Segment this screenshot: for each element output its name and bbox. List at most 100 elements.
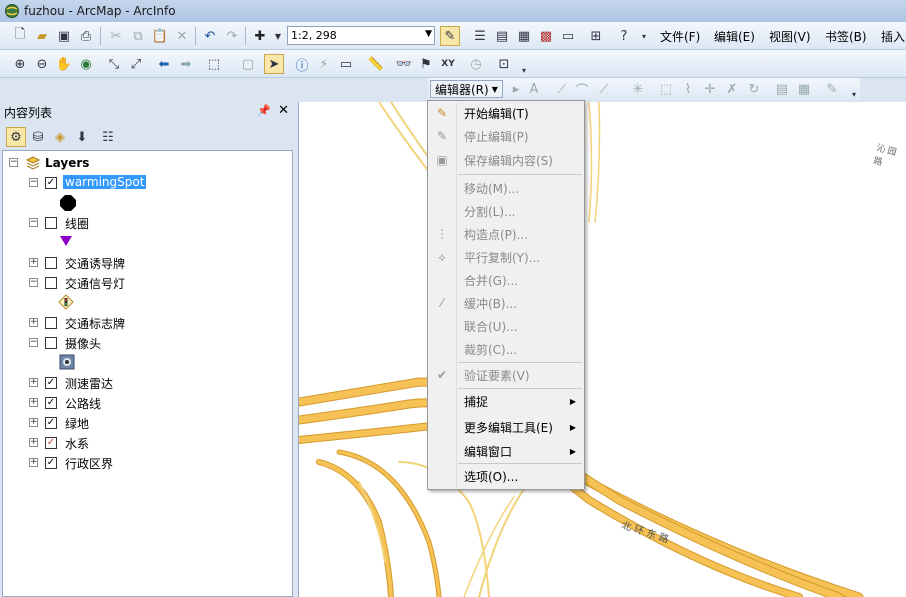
menu-bookmarks[interactable]: 书签(B) [825,28,867,45]
arctoolbox-icon[interactable]: ▩ [536,26,556,46]
cut-icon[interactable]: ✂ [106,26,126,46]
editor-toolbar-toggle-icon[interactable]: ✎ [440,26,460,46]
split-icon[interactable]: ✗ [722,79,742,99]
layer-visibility-checkbox[interactable] [45,217,57,229]
go-back-icon[interactable]: ⬅ [154,54,174,74]
layer-visibility-checkbox[interactable] [45,337,57,349]
menu-edit[interactable]: 编辑(E) [714,28,755,45]
fixed-zoom-in-icon[interactable]: ⤡ [104,54,124,74]
toolbar-options-icon[interactable]: ▾ [634,26,654,46]
edit-vertices-icon[interactable]: ⬚ [656,79,676,99]
layer-row-speed-radar[interactable]: + ✓ 测速雷达 [3,373,292,393]
edit-annotation-icon[interactable]: A [524,79,544,99]
open-folder-icon[interactable]: ▰ [32,26,52,46]
menu-item-start-editing[interactable]: ✎ 开始编辑(T) [428,102,584,124]
point-icon[interactable]: ✳ [628,79,648,99]
hyperlink-icon[interactable]: ⚡ [314,54,334,74]
close-icon[interactable]: ✕ [278,103,289,118]
layer-visibility-checkbox[interactable]: ✓ [45,397,57,409]
menu-file[interactable]: 文件(F) [660,28,700,45]
menu-item-merge[interactable]: 合并(G)... [428,269,584,291]
go-to-xy-icon[interactable]: XY [438,54,458,74]
expand-icon[interactable]: + [29,318,38,327]
python-window-icon[interactable]: ▭ [558,26,578,46]
expand-icon[interactable]: + [29,258,38,267]
layer-row-coil[interactable]: − 线圈 [3,213,292,233]
pan-icon[interactable]: ✋ [54,54,74,74]
zoom-in-icon[interactable]: ⊕ [10,54,30,74]
trace-icon[interactable]: ⟋ [594,79,614,99]
paste-icon[interactable]: 📋 [150,26,170,46]
rotate-icon[interactable]: ↻ [744,79,764,99]
clear-selection-icon[interactable]: ▢ [238,54,258,74]
model-builder-icon[interactable]: ⊞ [586,26,606,46]
collapse-icon[interactable]: − [29,278,38,287]
find-route-icon[interactable]: ⚑ [416,54,436,74]
whats-this-help-icon[interactable]: ? [614,26,634,46]
add-data-icon[interactable]: ✚ [250,26,270,46]
expand-icon[interactable]: + [29,378,38,387]
identify-icon[interactable]: ⓘ [292,54,312,74]
layer-visibility-checkbox[interactable]: ✓ [45,177,57,189]
edit-tool-icon[interactable]: ▸ [506,79,526,99]
menu-item-copy-parallel[interactable]: ⟡ 平行复制(Y)... [428,246,584,268]
menu-item-editing-windows[interactable]: 编辑窗口 ▶ [428,440,584,462]
find-icon[interactable]: 👓 [394,54,414,74]
delete-icon[interactable]: ✕ [172,26,192,46]
menu-item-move[interactable]: 移动(M)... [428,177,584,199]
layer-row-water[interactable]: + ✓ 水系 [3,433,292,453]
add-data-dropdown-icon[interactable]: ▼ [268,26,288,46]
scale-dropdown-icon[interactable]: ▼ [425,29,432,39]
map-display[interactable]: 北环东路 沁园路 [298,102,906,597]
layer-visibility-checkbox[interactable] [45,277,57,289]
create-features-icon[interactable]: ✎ [822,79,842,99]
layer-row-traffic-sign[interactable]: + 交通标志牌 [3,313,292,333]
menu-item-buffer[interactable]: ⁄ 缓冲(B)... [428,292,584,314]
select-features-icon[interactable]: ⬚ [204,54,224,74]
print-icon[interactable]: ⎙ [76,26,96,46]
expand-icon[interactable]: + [29,398,38,407]
menu-item-clip[interactable]: 裁剪(C)... [428,338,584,360]
search-window-icon[interactable]: ▦ [514,26,534,46]
menu-item-split[interactable]: 分割(L)... [428,200,584,222]
redo-icon[interactable]: ↷ [222,26,242,46]
time-slider-icon[interactable]: ◷ [466,54,486,74]
save-icon[interactable]: ▣ [54,26,74,46]
full-extent-icon[interactable]: ◉ [76,54,96,74]
pin-icon[interactable]: 📌 [257,104,271,117]
layer-visibility-checkbox[interactable]: ✓ [45,377,57,389]
expand-icon[interactable]: + [29,438,38,447]
measure-icon[interactable]: 📏 [366,54,386,74]
layer-row-camera[interactable]: − 摄像头 [3,333,292,353]
cut-polygons-icon[interactable]: ✛ [700,79,720,99]
sketch-properties-icon[interactable]: ▦ [794,79,814,99]
layer-row-traffic-light[interactable]: − 交通信号灯 [3,273,292,293]
menu-view[interactable]: 视图(V) [769,28,811,45]
menu-item-more-editing-tools[interactable]: 更多编辑工具(E) ▶ [428,416,584,438]
expand-icon[interactable]: + [29,418,38,427]
copy-icon[interactable]: ⧉ [128,26,148,46]
html-popup-icon[interactable]: ▭ [336,54,356,74]
list-by-source-icon[interactable]: ⛁ [28,127,48,147]
select-elements-icon[interactable]: ➤ [264,54,284,74]
map-scale-input[interactable]: 1:2, 298 ▼ [287,26,435,45]
menu-item-union[interactable]: 联合(U)... [428,315,584,337]
catalog-icon[interactable]: ▤ [492,26,512,46]
layer-row-admin-boundary[interactable]: + ✓ 行政区界 [3,453,292,473]
create-viewer-window-icon[interactable]: ⊡ [494,54,514,74]
new-document-icon[interactable]: 🗋 [10,26,30,46]
layers-root-row[interactable]: − Layers [3,153,292,173]
menu-insert[interactable]: 插入 [881,28,905,45]
collapse-icon[interactable]: − [29,178,38,187]
table-of-contents-icon[interactable]: ☰ [470,26,490,46]
list-by-selection-icon[interactable]: ⬇ [72,127,92,147]
reshape-icon[interactable]: ⌇ [678,79,698,99]
zoom-out-icon[interactable]: ⊖ [32,54,52,74]
toolbar2-options-icon[interactable]: ▾ [514,60,534,80]
list-by-drawing-order-icon[interactable]: ⚙ [6,127,26,147]
undo-icon[interactable]: ↶ [200,26,220,46]
layer-visibility-checkbox[interactable]: ✓ [45,417,57,429]
layer-visibility-checkbox[interactable] [45,257,57,269]
expand-icon[interactable]: + [29,458,38,467]
fixed-zoom-out-icon[interactable]: ⤢ [126,54,146,74]
